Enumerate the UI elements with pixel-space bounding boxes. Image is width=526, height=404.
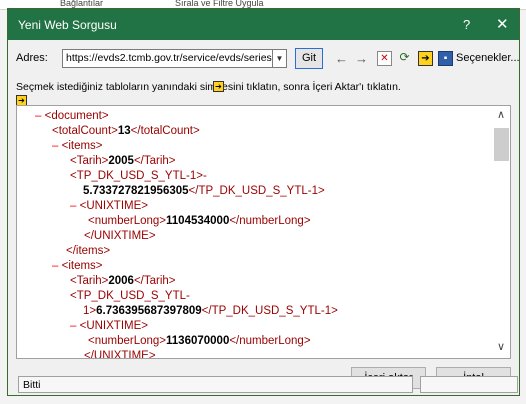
dialog-title-bar: Yeni Web Sorgusu ? ✕ (8, 9, 519, 40)
xml-line: – <items> (52, 140, 103, 152)
instruction-label: Seçmek istediğiniz tabloların yanındaki … (16, 81, 401, 93)
collapse-icon[interactable]: – (52, 140, 58, 152)
address-label: Adres: (16, 52, 48, 64)
xml-line: <totalCount>13</totalCount> (52, 125, 200, 137)
xml-line: <numberLong>1104534000</numberLong> (88, 215, 311, 227)
address-toolbar: Adres: https://evds2.tcmb.gov.tr/service… (8, 47, 520, 71)
xml-line: <Tarih>2006</Tarih> (70, 275, 176, 287)
status-bar-right-panel (420, 376, 518, 393)
collapse-icon[interactable]: – (70, 320, 76, 332)
ribbon-label-sort-filter: Sırala ve Filtre Uygula (175, 0, 264, 8)
scrollbar-thumb[interactable] (494, 128, 509, 161)
xml-line: <Tarih>2005</Tarih> (70, 155, 176, 167)
close-button[interactable]: ✕ (496, 15, 509, 33)
collapse-icon[interactable]: – (52, 260, 58, 272)
ribbon-label-connections: Bağlantılar (60, 0, 104, 8)
xml-line: – <items> (52, 260, 103, 272)
refresh-icon[interactable]: ⟳ (397, 51, 412, 66)
address-input[interactable]: https://evds2.tcmb.gov.tr/service/evds/s… (62, 49, 273, 68)
options-button[interactable]: Seçenekler... (456, 52, 520, 64)
save-query-icon[interactable]: ▪ (438, 51, 453, 66)
stop-icon[interactable]: ✕ (377, 51, 392, 66)
collapse-icon[interactable]: – (35, 110, 41, 122)
instruction-text: Seçmek istediğiniz tabloların yanındaki … (16, 81, 401, 93)
hide-icons-icon[interactable]: ➔ (418, 51, 433, 66)
xml-line: </UNIXTIME> (84, 230, 156, 242)
vertical-scrollbar[interactable]: ∧ ∨ (493, 106, 510, 358)
status-bar: Bitti (18, 376, 413, 393)
collapse-icon[interactable]: – (70, 200, 76, 212)
xml-line: – <document> (35, 110, 109, 122)
status-text: Bitti (23, 379, 41, 391)
address-dropdown-button[interactable]: ▼ (273, 49, 287, 68)
xml-line: – <UNIXTIME> (70, 320, 148, 332)
forward-arrow-icon[interactable]: → (355, 51, 368, 66)
new-web-query-dialog: Yeni Web Sorgusu ? ✕ Adres: https://evds… (7, 8, 520, 396)
help-button[interactable]: ? (463, 17, 470, 32)
scroll-up-icon[interactable]: ∧ (497, 108, 505, 121)
xml-line: 5.733727821956305</TP_DK_USD_S_YTL-1> (83, 185, 325, 197)
xml-line: – <UNIXTIME> (70, 200, 148, 212)
dialog-title: Yeni Web Sorgusu (18, 18, 117, 32)
xml-preview-pane[interactable]: – <document> <totalCount>13</totalCount>… (16, 105, 511, 359)
xml-line: <TP_DK_USD_S_YTL- (70, 290, 190, 302)
scroll-down-icon[interactable]: ∨ (497, 340, 505, 353)
go-button[interactable]: Git (295, 48, 323, 69)
inline-select-arrow-icon: ➔ (213, 81, 224, 92)
xml-line: </items> (66, 245, 111, 257)
xml-line: <TP_DK_USD_S_YTL-1>- (70, 170, 207, 182)
xml-line: <numberLong>1136070000</numberLong> (88, 335, 311, 347)
xml-line: 1>6.736395687397809</TP_DK_USD_S_YTL-1> (83, 305, 338, 317)
back-arrow-icon[interactable]: ← (335, 51, 348, 66)
xml-line: </UNIXTIME> (84, 350, 156, 359)
